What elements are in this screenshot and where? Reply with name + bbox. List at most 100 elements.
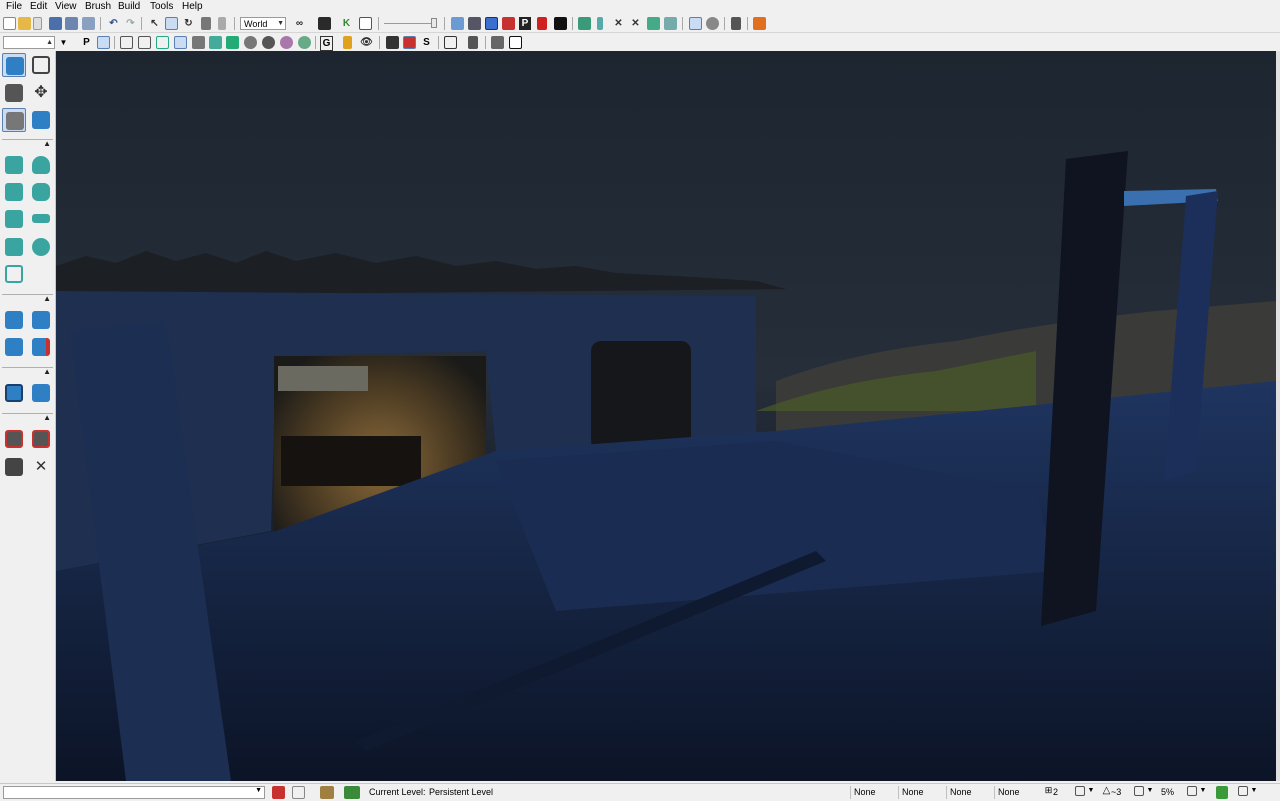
texture-density-icon[interactable] xyxy=(244,36,257,49)
rotate-tool-icon[interactable]: ↻ xyxy=(182,17,195,30)
kismet-icon[interactable]: K xyxy=(340,17,353,30)
brush-wireframe-icon[interactable] xyxy=(120,36,133,49)
play-on-console-icon[interactable] xyxy=(554,17,567,30)
binoculars-icon[interactable]: ∞ xyxy=(293,17,306,30)
play-on-pc-icon[interactable] xyxy=(537,17,547,30)
streaming-volume-button[interactable]: S xyxy=(420,36,433,49)
build-paths-icon[interactable] xyxy=(485,17,498,30)
plane-builder-button[interactable] xyxy=(29,207,53,231)
menu-brush[interactable]: Brush xyxy=(83,0,113,14)
terrain-mode-button[interactable] xyxy=(2,81,26,105)
spiral-stairs-button[interactable] xyxy=(2,235,26,259)
open-dropdown-icon[interactable] xyxy=(33,17,42,30)
chevron-down-icon[interactable]: ▼ xyxy=(1199,784,1207,797)
new-file-icon[interactable] xyxy=(3,17,16,30)
add-volume-button[interactable] xyxy=(2,381,26,405)
eye-icon[interactable]: 👁 xyxy=(360,36,373,49)
geometry-mode-button[interactable] xyxy=(29,53,53,77)
add-special-button[interactable] xyxy=(29,381,53,405)
scale-snap-checkbox[interactable] xyxy=(1187,786,1197,796)
mesh-paint-button[interactable] xyxy=(29,108,53,132)
hide-selected-button[interactable] xyxy=(29,427,53,451)
scale-grid-icon[interactable] xyxy=(647,17,660,30)
top-view-icon[interactable] xyxy=(97,36,110,49)
perspective-button[interactable]: P xyxy=(80,36,93,49)
terminal-icon[interactable] xyxy=(359,17,372,30)
camera-actor-icon[interactable] xyxy=(468,36,478,49)
volumes-header[interactable]: ▲ xyxy=(2,367,53,377)
level-check-icon[interactable] xyxy=(344,786,360,799)
scale-tool-icon[interactable] xyxy=(201,17,211,30)
play-in-editor-icon[interactable]: P xyxy=(519,17,531,30)
light-complexity-icon[interactable] xyxy=(226,36,239,49)
build-geometry-icon[interactable] xyxy=(451,17,464,30)
rotation-grid-icon[interactable]: ✕ xyxy=(629,17,642,30)
stairs-builder-button[interactable] xyxy=(2,180,26,204)
menu-help[interactable]: Help xyxy=(180,0,205,14)
volume-checkbox[interactable] xyxy=(1238,786,1248,796)
command-input[interactable]: ▼ xyxy=(3,786,265,799)
frame-icon[interactable] xyxy=(444,36,457,49)
linear-stairs-button[interactable] xyxy=(2,207,26,231)
save-icon[interactable] xyxy=(49,17,62,30)
lit-icon[interactable] xyxy=(174,36,187,49)
rotation-snap-checkbox[interactable] xyxy=(1134,786,1144,796)
level-lock-icon[interactable] xyxy=(320,786,334,799)
camera-mode-button[interactable] xyxy=(2,53,26,77)
snap-icon[interactable] xyxy=(597,17,603,30)
csg-intersect-button[interactable] xyxy=(2,335,26,359)
csg-header[interactable]: ▲ xyxy=(2,294,53,304)
select-cursor-icon[interactable]: ↖ xyxy=(148,17,161,30)
chevron-down-icon[interactable]: ▼ xyxy=(1146,784,1154,797)
rotation-snap-value[interactable]: ~3 xyxy=(1108,786,1121,799)
camera-icon[interactable] xyxy=(706,17,719,30)
csg-deintersect-button[interactable] xyxy=(29,335,53,359)
reflections-icon[interactable] xyxy=(298,36,311,49)
csg-add-button[interactable] xyxy=(2,308,26,332)
grid-size-value[interactable]: 2 xyxy=(1050,786,1058,799)
unlit-icon[interactable] xyxy=(156,36,169,49)
realtime-audio-icon[interactable] xyxy=(1216,786,1228,799)
grid-view-icon[interactable] xyxy=(689,17,702,30)
cube-builder-button[interactable] xyxy=(2,153,26,177)
menu-edit[interactable]: Edit xyxy=(28,0,49,14)
save-as-icon[interactable] xyxy=(65,17,78,30)
brush-builders-header[interactable]: ▲ xyxy=(2,139,53,149)
invert-selection-button[interactable]: ✕ xyxy=(29,455,53,479)
split-viewport-icon[interactable] xyxy=(491,36,504,49)
lightmap-density-icon[interactable] xyxy=(280,36,293,49)
realtime-icon[interactable] xyxy=(578,17,591,30)
translate-tool-icon[interactable] xyxy=(165,17,178,30)
drag-grid-toggle-icon[interactable] xyxy=(272,786,285,799)
chevron-down-icon[interactable]: ▼ xyxy=(1087,784,1095,797)
build-cover-icon[interactable] xyxy=(502,17,515,30)
lighting-only-icon[interactable] xyxy=(209,36,222,49)
detail-lighting-icon[interactable] xyxy=(192,36,205,49)
scale-snap-value[interactable]: 5% xyxy=(1158,786,1174,799)
unreal-frontend-icon[interactable] xyxy=(753,17,766,30)
open-folder-icon[interactable] xyxy=(18,17,31,30)
lock-icon[interactable] xyxy=(343,36,352,49)
maximize-viewport-icon[interactable] xyxy=(509,36,522,49)
coordinate-system-select[interactable]: World ▼ xyxy=(240,17,286,30)
shader-complexity-icon[interactable] xyxy=(262,36,275,49)
cylinder-builder-button[interactable] xyxy=(29,180,53,204)
actor-toggle-icon[interactable] xyxy=(386,36,399,49)
chevron-down-icon[interactable]: ▼ xyxy=(1250,784,1258,797)
wireframe-icon[interactable] xyxy=(138,36,151,49)
vertex-snap-icon[interactable] xyxy=(664,17,677,30)
move-mode-button[interactable]: ✥ xyxy=(29,81,53,105)
volumetric-builder-button[interactable] xyxy=(2,262,26,286)
redo-icon[interactable]: ↷ xyxy=(124,17,137,30)
show-selected-button[interactable] xyxy=(2,427,26,451)
undo-icon[interactable]: ↶ xyxy=(107,17,120,30)
grid-snap-checkbox[interactable] xyxy=(1075,786,1085,796)
visibility-header[interactable]: ▲ xyxy=(2,413,53,423)
perspective-viewport[interactable] xyxy=(56,51,1276,781)
content-browser-icon[interactable] xyxy=(318,17,331,30)
drag-grid-icon[interactable]: ✕ xyxy=(612,17,625,30)
menu-view[interactable]: View xyxy=(53,0,79,14)
menu-build[interactable]: Build xyxy=(116,0,142,14)
save-all-icon[interactable] xyxy=(82,17,95,30)
select-all-button[interactable] xyxy=(2,455,26,479)
